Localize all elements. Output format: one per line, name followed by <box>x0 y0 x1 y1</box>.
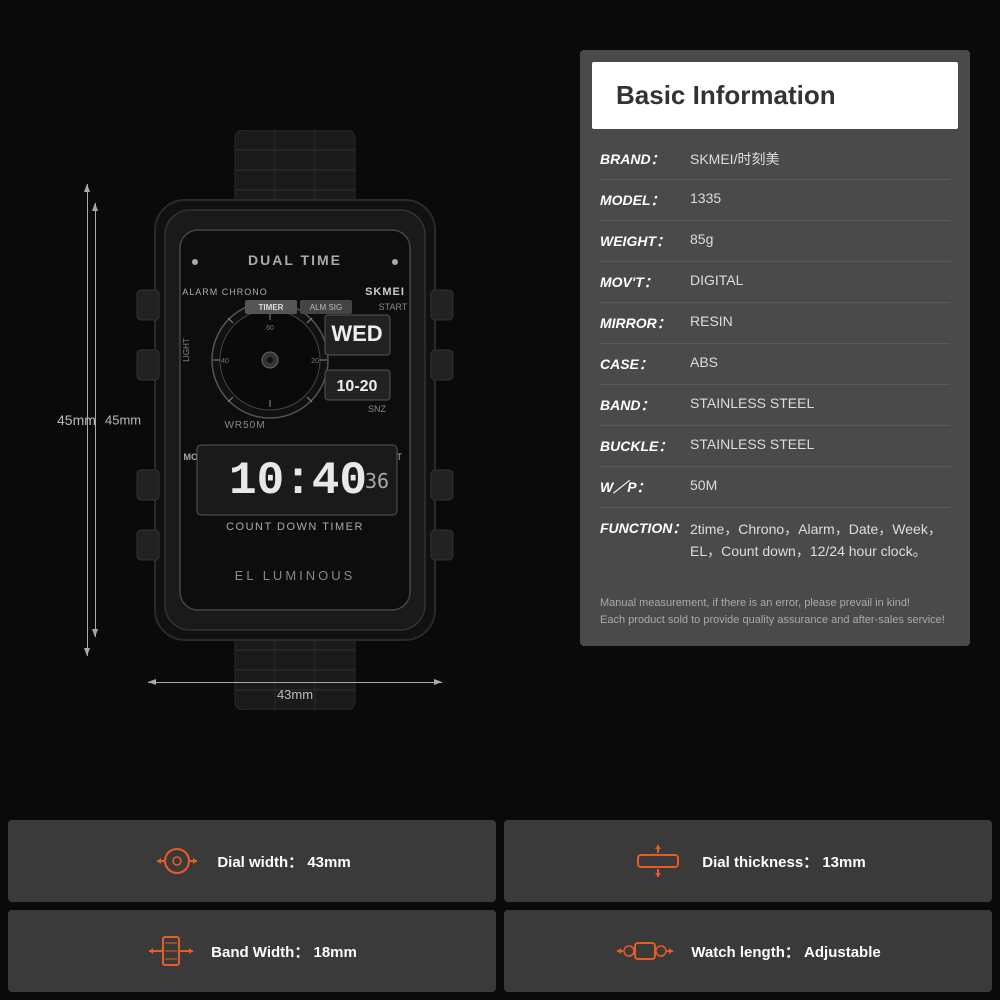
movt-label: MOV'T： <box>600 272 690 292</box>
band-value: STAINLESS STEEL <box>690 395 950 411</box>
svg-text:20: 20 <box>311 358 319 365</box>
band-width-label: Band Width： <box>211 944 309 961</box>
function-value: 2time，Chrono，Alarm，Date，Week，EL，Count do… <box>690 518 950 563</box>
brand-value: SKMEI/时刻美 <box>690 149 950 169</box>
band-label: BAND： <box>600 395 690 415</box>
wp-row: W／P： 50M <box>600 467 950 508</box>
svg-text:COUNT DOWN TIMER: COUNT DOWN TIMER <box>226 521 364 533</box>
dial-width-card: Dial width： 43mm <box>8 820 496 902</box>
height-dimension-label: 45mm <box>105 413 141 428</box>
top-section: 45mm <box>0 0 1000 820</box>
wp-label: W／P： <box>600 477 690 497</box>
basic-information-title: Basic Information <box>616 80 836 110</box>
mirror-row: MIRROR： RESIN <box>600 303 950 344</box>
svg-text:LIGHT: LIGHT <box>182 338 191 362</box>
watch-length-value: Adjustable <box>804 944 881 961</box>
dial-thickness-text: Dial thickness： 13mm <box>702 851 865 872</box>
movt-row: MOV'T： DIGITAL <box>600 262 950 303</box>
dial-width-value: 43mm <box>307 854 350 871</box>
svg-text:60: 60 <box>266 325 274 332</box>
mirror-label: MIRROR： <box>600 313 690 333</box>
buckle-row: BUCKLE： STAINLESS STEEL <box>600 426 950 467</box>
bottom-section: Dial width： 43mm <box>0 820 1000 1000</box>
weight-label: WEIGHT： <box>600 231 690 251</box>
wp-value: 50M <box>690 477 950 493</box>
info-header: Basic Information <box>592 62 958 129</box>
svg-text:SKMEI: SKMEI <box>365 286 405 298</box>
info-panel: Basic Information BRAND： SKMEI/时刻美 MODEL… <box>580 50 970 646</box>
band-width-text: Band Width： 18mm <box>211 941 357 962</box>
svg-text:10-20: 10-20 <box>337 378 378 395</box>
dial-thickness-label: Dial thickness： <box>702 854 818 871</box>
mirror-value: RESIN <box>690 313 950 329</box>
svg-text:START: START <box>379 302 408 312</box>
svg-text:TIMER: TIMER <box>259 303 284 312</box>
svg-text:WED: WED <box>331 321 382 346</box>
svg-text:40: 40 <box>221 358 229 365</box>
model-label: MODEL： <box>600 190 690 210</box>
watch-image-area: 45mm <box>85 110 505 730</box>
svg-text:ALARM CHRONO: ALARM CHRONO <box>182 287 268 297</box>
watch-length-card: Watch length： Adjustable <box>504 910 992 992</box>
brand-row: BRAND： SKMEI/时刻美 <box>600 139 950 180</box>
svg-text:SNZ: SNZ <box>368 404 387 414</box>
width-label: 43mm <box>277 687 313 702</box>
dial-thickness-card: Dial thickness： 13mm <box>504 820 992 902</box>
svg-text:EL LUMINOUS: EL LUMINOUS <box>235 568 356 583</box>
note-line1: Manual measurement, if there is an error… <box>600 595 950 613</box>
function-label: FUNCTION： <box>600 518 690 538</box>
movt-value: DIGITAL <box>690 272 950 288</box>
brand-label: BRAND： <box>600 149 690 169</box>
svg-text:WR50M: WR50M <box>224 420 265 431</box>
dial-width-text: Dial width： 43mm <box>217 851 350 872</box>
note-line2: Each product sold to provide quality ass… <box>600 612 950 630</box>
svg-text:10:40: 10:40 <box>229 455 367 507</box>
case-value: ABS <box>690 354 950 370</box>
bottom-row-2: Band Width： 18mm <box>8 910 992 992</box>
dial-width-label: Dial width： <box>217 854 303 871</box>
spec-rows: BRAND： SKMEI/时刻美 MODEL： 1335 WEIGHT： 85g… <box>580 129 970 583</box>
buckle-label: BUCKLE： <box>600 436 690 456</box>
bottom-row-1: Dial width： 43mm <box>8 820 992 902</box>
watch-display: DUAL TIME SKMEI ALARM CHRONO <box>85 110 505 730</box>
svg-text:DUAL TIME: DUAL TIME <box>248 252 342 268</box>
watch-length-text: Watch length： Adjustable <box>691 941 880 962</box>
dial-width-icon <box>153 843 201 879</box>
info-note: Manual measurement, if there is an error… <box>580 583 970 646</box>
watch-section: 45mm <box>30 40 560 800</box>
model-row: MODEL： 1335 <box>600 180 950 221</box>
watch-length-icon <box>615 933 675 969</box>
model-value: 1335 <box>690 190 950 206</box>
band-width-value: 18mm <box>314 944 357 961</box>
buckle-value: STAINLESS STEEL <box>690 436 950 452</box>
function-row: FUNCTION： 2time，Chrono，Alarm，Date，Week，E… <box>600 508 950 573</box>
case-label: CASE： <box>600 354 690 374</box>
case-row: CASE： ABS <box>600 344 950 385</box>
dial-thickness-value: 13mm <box>822 854 865 871</box>
svg-text:ALM SIG: ALM SIG <box>310 303 342 312</box>
weight-row: WEIGHT： 85g <box>600 221 950 262</box>
main-container: 45mm <box>0 0 1000 1000</box>
band-row: BAND： STAINLESS STEEL <box>600 385 950 426</box>
weight-value: 85g <box>690 231 950 247</box>
band-width-icon <box>147 933 195 969</box>
watch-length-label: Watch length： <box>691 944 800 961</box>
svg-text:36: 36 <box>365 469 389 493</box>
band-width-card: Band Width： 18mm <box>8 910 496 992</box>
dial-thickness-icon <box>630 843 686 879</box>
height-label: 45mm <box>57 412 96 428</box>
